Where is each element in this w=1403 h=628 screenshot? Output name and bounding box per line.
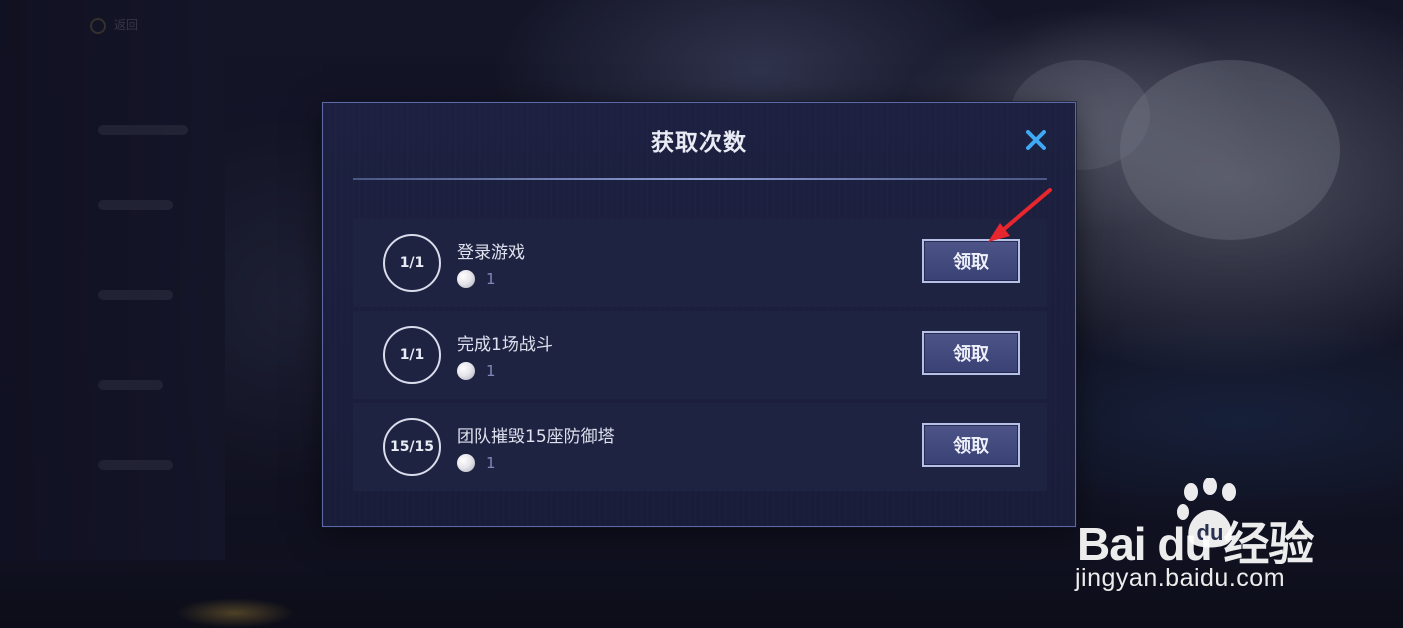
get-attempts-dialog: 获取次数 1/1 登录游戏 1 领取 1/1 完成1场战斗 1 领取 15/15… [322, 102, 1076, 527]
bottom-tab-glow [175, 598, 295, 628]
task-reward: 1 [457, 362, 496, 380]
task-reward: 1 [457, 454, 496, 472]
close-icon [1026, 130, 1046, 150]
task-name: 团队摧毁15座防御塔 [457, 427, 615, 447]
claim-button[interactable]: 领取 [922, 423, 1020, 467]
claim-button[interactable]: 领取 [922, 239, 1020, 283]
task-row: 1/1 登录游戏 1 领取 [353, 219, 1047, 307]
reward-ball-icon [457, 270, 475, 288]
dialog-title: 获取次数 [651, 130, 747, 156]
task-row: 1/1 完成1场战斗 1 领取 [353, 311, 1047, 399]
task-progress: 1/1 [383, 234, 441, 292]
task-list: 1/1 登录游戏 1 领取 1/1 完成1场战斗 1 领取 15/15 团队摧毁… [353, 219, 1047, 491]
watermark-url: jingyan.baidu.com [1075, 564, 1286, 592]
title-divider [353, 178, 1047, 180]
task-progress: 1/1 [383, 326, 441, 384]
reward-ball-icon [457, 362, 475, 380]
task-row: 15/15 团队摧毁15座防御塔 1 领取 [353, 403, 1047, 491]
task-reward: 1 [457, 270, 496, 288]
task-progress: 15/15 [383, 418, 441, 476]
reward-count: 1 [486, 454, 496, 472]
close-button[interactable] [1023, 127, 1049, 153]
reward-count: 1 [486, 362, 496, 380]
claim-button[interactable]: 领取 [922, 331, 1020, 375]
baidu-jingyan-watermark: du Bai du 经验 jingyan.baidu.com [1075, 478, 1335, 598]
task-name: 登录游戏 [457, 243, 525, 263]
reward-count: 1 [486, 270, 496, 288]
reward-ball-icon [457, 454, 475, 472]
task-name: 完成1场战斗 [457, 335, 553, 355]
